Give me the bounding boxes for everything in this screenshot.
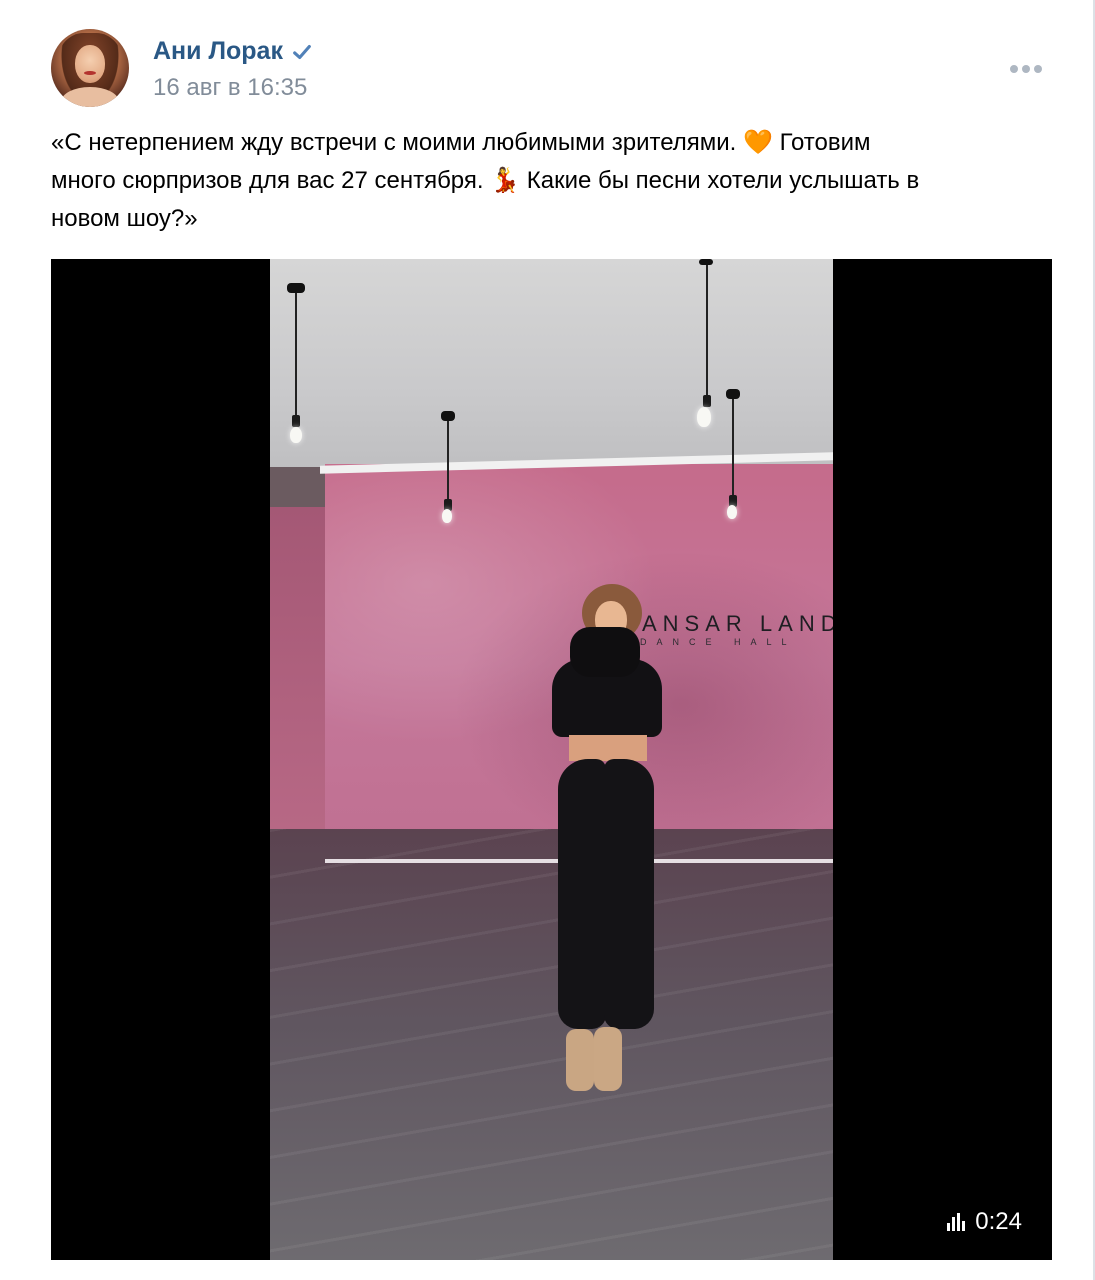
lamp-cap: [287, 283, 305, 293]
lamp-cord: [295, 293, 297, 415]
wooden-floor: [270, 829, 833, 1260]
lamp-cord: [447, 421, 449, 501]
avatar-face: [75, 45, 105, 83]
dancer-shoe-left: [566, 1029, 594, 1091]
author-avatar[interactable]: [51, 29, 129, 107]
side-wall: [270, 469, 325, 829]
studio-sign-sub: DANCE HALL: [640, 637, 797, 647]
lamp-bulb: [442, 509, 452, 523]
post-text-line-2: много сюрпризов для вас 27 сентября. 💃 К…: [51, 167, 920, 194]
lamp-socket: [292, 415, 300, 427]
author-name[interactable]: Ани Лорак: [153, 37, 283, 66]
video-duration-badge: 0:24: [947, 1208, 1022, 1236]
dancer-leg-left: [558, 759, 606, 1029]
video-frame: ANSAR LAND DANCE HALL: [270, 259, 833, 1260]
post-card: Ани Лорак 16 авг в 16:35 «С нетерпением …: [0, 0, 1095, 1280]
equalizer-icon: [947, 1213, 966, 1231]
lamp-cap: [726, 389, 740, 399]
lamp-cap: [441, 411, 455, 421]
video-player[interactable]: ANSAR LAND DANCE HALL 0:24: [51, 259, 1052, 1260]
dancer-waist: [569, 735, 647, 761]
author-name-row: Ани Лорак: [153, 37, 313, 66]
lamp-bulb: [727, 505, 737, 519]
more-dots-icon[interactable]: [1010, 60, 1046, 78]
post-date[interactable]: 16 авг в 16:35: [153, 74, 307, 102]
lamp-cord: [732, 399, 734, 495]
video-duration: 0:24: [975, 1208, 1022, 1235]
dancer-arms: [570, 627, 640, 677]
avatar-lips: [84, 71, 96, 75]
post-text: «С нетерпением жду встречи с моими любим…: [51, 124, 1051, 238]
post-text-line-1: «С нетерпением жду встречи с моими любим…: [51, 129, 871, 156]
post-text-line-3: новом шоу?»: [51, 205, 198, 232]
lamp-bulb: [290, 427, 302, 443]
verified-check-icon: [293, 44, 311, 59]
lamp-cord: [706, 265, 708, 395]
dancer-shoe-right: [594, 1027, 622, 1091]
lamp-socket: [703, 395, 711, 407]
studio-sign: ANSAR LAND: [642, 611, 833, 636]
dancer-leg-right: [604, 759, 654, 1029]
lamp-bulb: [697, 407, 711, 427]
side-wall-top: [270, 467, 325, 507]
ceiling: [270, 259, 833, 484]
